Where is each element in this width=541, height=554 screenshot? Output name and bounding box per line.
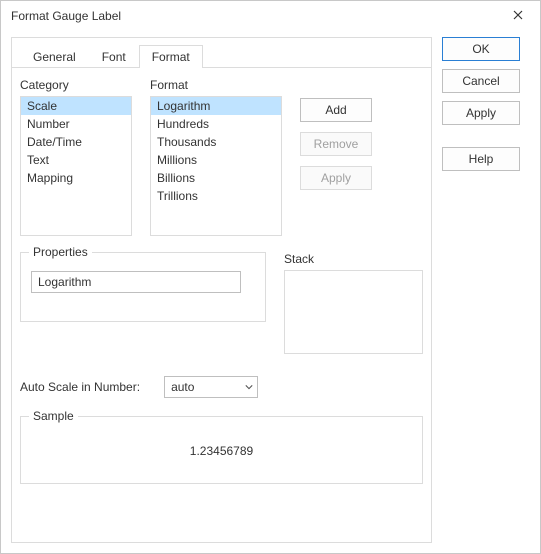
list-item[interactable]: Millions	[151, 151, 281, 169]
apply-button[interactable]: Apply	[442, 101, 520, 125]
category-group: Category Scale Number Date/Time Text Map…	[20, 78, 132, 236]
category-label: Category	[20, 78, 132, 92]
title-bar: Format Gauge Label	[1, 1, 540, 31]
remove-button[interactable]: Remove	[300, 132, 372, 156]
window-title: Format Gauge Label	[11, 9, 496, 23]
add-button[interactable]: Add	[300, 98, 372, 122]
apply-format-button[interactable]: Apply	[300, 166, 372, 190]
format-label: Format	[150, 78, 282, 92]
autoscale-value: auto	[171, 380, 194, 394]
list-item[interactable]: Thousands	[151, 133, 281, 151]
tab-general[interactable]: General	[20, 45, 89, 68]
list-item[interactable]: Mapping	[21, 169, 131, 187]
stack-group: Stack	[284, 252, 423, 354]
sample-value: 1.23456789	[190, 444, 253, 458]
list-item[interactable]: Number	[21, 115, 131, 133]
properties-stack-row: Properties Stack	[20, 252, 423, 354]
dialog-button-column: OK Cancel Apply Help	[432, 37, 530, 543]
category-listbox[interactable]: Scale Number Date/Time Text Mapping	[20, 96, 132, 236]
cancel-button[interactable]: Cancel	[442, 69, 520, 93]
chevron-down-icon	[245, 383, 253, 391]
sample-legend: Sample	[29, 409, 78, 423]
autoscale-label: Auto Scale in Number:	[20, 380, 140, 394]
help-button[interactable]: Help	[442, 147, 520, 171]
sample-fieldset: Sample 1.23456789	[20, 416, 423, 484]
list-item[interactable]: Scale	[21, 97, 131, 115]
tab-font[interactable]: Font	[89, 45, 139, 68]
tab-format[interactable]: Format	[139, 45, 203, 68]
stack-label: Stack	[284, 252, 423, 266]
tab-label: Font	[102, 50, 126, 64]
ok-button[interactable]: OK	[442, 37, 520, 61]
tab-label: General	[33, 50, 76, 64]
listboxes-row: Category Scale Number Date/Time Text Map…	[20, 78, 423, 236]
format-action-buttons: Add Remove Apply	[300, 98, 372, 236]
list-item[interactable]: Hundreds	[151, 115, 281, 133]
dialog-window: Format Gauge Label General Font Format C…	[0, 0, 541, 554]
dialog-body: General Font Format Category Scale Numbe…	[1, 31, 540, 553]
properties-fieldset: Properties	[20, 252, 266, 322]
autoscale-select[interactable]: auto	[164, 376, 258, 398]
main-panel: General Font Format Category Scale Numbe…	[11, 37, 432, 543]
close-button[interactable]	[496, 1, 540, 31]
list-item[interactable]: Trillions	[151, 187, 281, 205]
list-item[interactable]: Text	[21, 151, 131, 169]
list-item[interactable]: Date/Time	[21, 133, 131, 151]
stack-listbox[interactable]	[284, 270, 423, 354]
properties-input[interactable]	[31, 271, 241, 293]
tab-strip: General Font Format	[12, 44, 431, 68]
format-group: Format Logarithm Hundreds Thousands Mill…	[150, 78, 282, 236]
properties-legend: Properties	[29, 245, 92, 259]
list-item[interactable]: Logarithm	[151, 97, 281, 115]
tab-label: Format	[152, 50, 190, 64]
format-listbox[interactable]: Logarithm Hundreds Thousands Millions Bi…	[150, 96, 282, 236]
list-item[interactable]: Billions	[151, 169, 281, 187]
autoscale-row: Auto Scale in Number: auto	[20, 376, 423, 398]
close-icon	[513, 9, 523, 23]
